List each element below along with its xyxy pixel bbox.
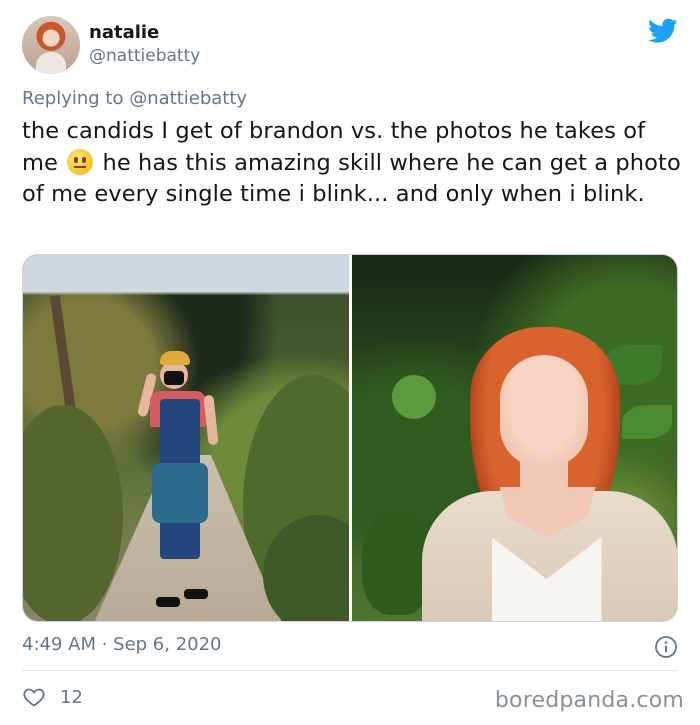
author-handle[interactable]: @nattiebatty	[89, 46, 200, 66]
reply-mention-link[interactable]: @nattiebatty	[129, 88, 247, 109]
tweet-text-part2: he has this amazing skill where he can g…	[22, 149, 681, 208]
leaf	[391, 375, 436, 419]
watermark: boredpanda.com	[494, 688, 684, 713]
info-icon[interactable]	[654, 635, 678, 659]
tweet-media	[22, 254, 678, 622]
photo-man-on-garden-path[interactable]	[23, 255, 349, 621]
avatar[interactable]	[22, 16, 80, 74]
like-action[interactable]: 12	[22, 685, 83, 709]
shrub	[23, 405, 123, 621]
divider	[22, 670, 678, 671]
like-count: 12	[60, 686, 83, 708]
heart-icon[interactable]	[22, 685, 46, 709]
person-figure	[136, 351, 228, 613]
tweet-timestamp[interactable]: 4:49 AM · Sep 6, 2020	[22, 634, 222, 655]
face	[499, 355, 588, 467]
avatar-figure	[36, 52, 66, 74]
photo-woman-red-hair[interactable]	[351, 255, 677, 621]
tweet-text: the candids I get of brandon vs. the pho…	[22, 116, 684, 211]
author-name[interactable]: natalie	[89, 22, 159, 43]
twitter-bird-icon[interactable]	[648, 18, 678, 44]
leaf	[621, 405, 672, 439]
neutral-face-emoji-icon	[67, 148, 94, 175]
reply-context: Replying to @nattiebatty	[22, 88, 247, 109]
reply-prefix: Replying to	[22, 88, 124, 109]
